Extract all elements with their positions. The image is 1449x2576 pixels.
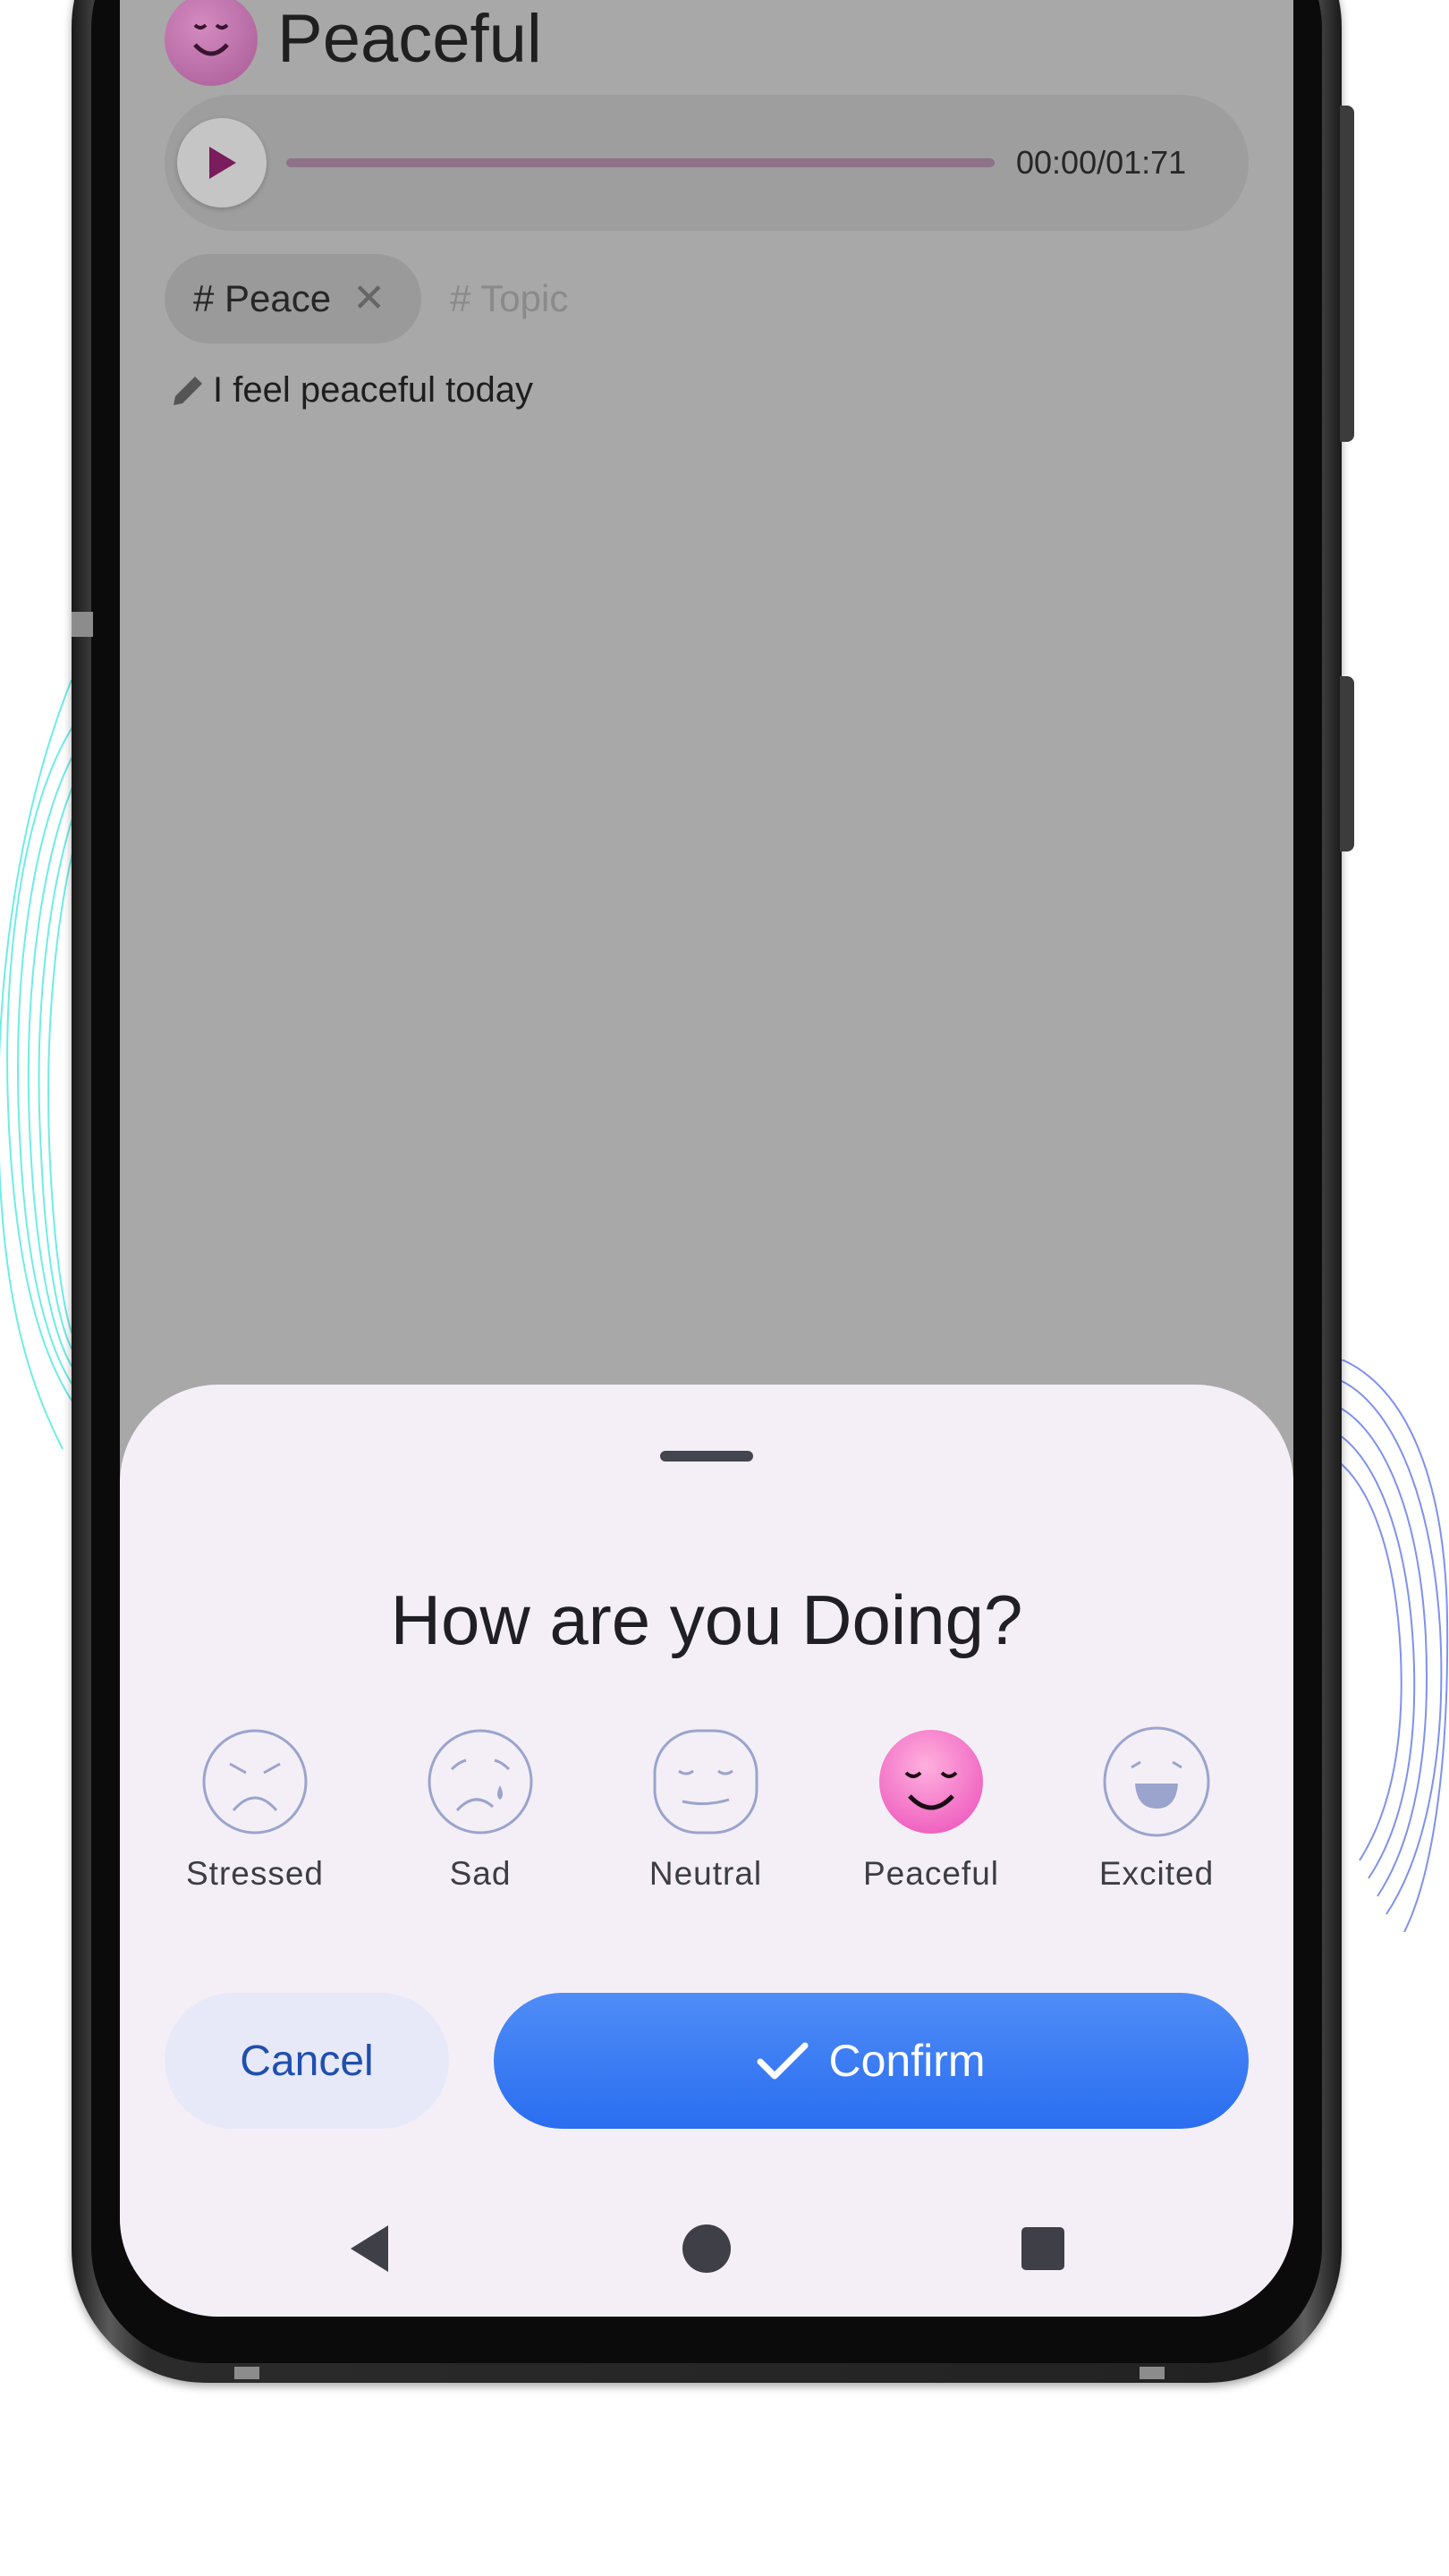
neutral-face-icon xyxy=(653,1729,758,1835)
right-wave-decoration xyxy=(1333,1360,1449,1932)
antenna-line xyxy=(234,2367,259,2379)
mood-label: Excited xyxy=(1098,1855,1215,1892)
audio-player: 00:00/01:71 xyxy=(165,95,1249,231)
power-button xyxy=(1340,676,1354,852)
check-icon xyxy=(757,2042,809,2080)
tag-chip[interactable]: # Peace ✕ xyxy=(165,254,421,343)
left-wave-decoration xyxy=(0,680,80,1449)
confirm-label: Confirm xyxy=(828,2036,986,2086)
mood-header: Peaceful xyxy=(165,0,542,86)
sad-face-icon xyxy=(428,1729,533,1835)
stressed-face-icon xyxy=(202,1729,308,1835)
system-nav-bar xyxy=(120,2195,1293,2302)
peaceful-face-icon xyxy=(165,0,258,86)
topic-input[interactable]: # Topic xyxy=(450,277,568,320)
antenna-line xyxy=(72,612,93,637)
recents-icon xyxy=(1021,2227,1064,2270)
sheet-title: How are you Doing? xyxy=(390,1580,1023,1659)
home-icon xyxy=(682,2224,731,2273)
excited-face-icon xyxy=(1103,1726,1210,1837)
antenna-line xyxy=(1140,2367,1165,2379)
mood-option-sad[interactable]: Sad xyxy=(386,1726,574,1893)
note-row: I feel peaceful today xyxy=(168,370,533,411)
pencil-icon xyxy=(174,376,202,405)
confirm-button[interactable]: Confirm xyxy=(494,1993,1249,2129)
mood-option-peaceful[interactable]: Peaceful xyxy=(837,1726,1025,1893)
audio-time: 00:00/01:71 xyxy=(1016,144,1187,181)
mood-label: Neutral xyxy=(648,1855,763,1892)
mood-option-stressed[interactable]: Stressed xyxy=(161,1726,349,1893)
mood-label: Sad xyxy=(449,1855,512,1892)
mood-label: Peaceful xyxy=(863,1855,999,1892)
tags-row: # Peace ✕ # Topic xyxy=(165,254,568,343)
mood-label: Stressed xyxy=(185,1855,324,1892)
close-icon[interactable]: ✕ xyxy=(352,279,386,318)
drag-handle[interactable] xyxy=(660,1451,753,1462)
peaceful-face-icon xyxy=(879,1730,983,1834)
cancel-button[interactable]: Cancel xyxy=(165,1993,449,2129)
volume-button xyxy=(1340,106,1354,442)
note-text: I feel peaceful today xyxy=(213,370,534,410)
page-title: Peaceful xyxy=(277,1,542,77)
nav-back[interactable] xyxy=(317,2195,424,2302)
mood-bottom-sheet: How are you Doing? Stressed Sad Neutral … xyxy=(120,1385,1293,2317)
play-button[interactable] xyxy=(177,118,267,208)
back-icon xyxy=(351,2225,388,2272)
mood-option-neutral[interactable]: Neutral xyxy=(612,1726,800,1893)
screen: Peaceful 00:00/01:71 # Peace ✕ # Topic I… xyxy=(120,0,1293,2317)
nav-recents[interactable] xyxy=(989,2195,1097,2302)
tag-label: # Peace xyxy=(193,277,332,319)
mood-option-excited[interactable]: Excited xyxy=(1063,1726,1250,1893)
audio-progress-slider[interactable] xyxy=(286,158,995,167)
nav-home[interactable] xyxy=(653,2195,760,2302)
play-icon xyxy=(209,147,236,179)
